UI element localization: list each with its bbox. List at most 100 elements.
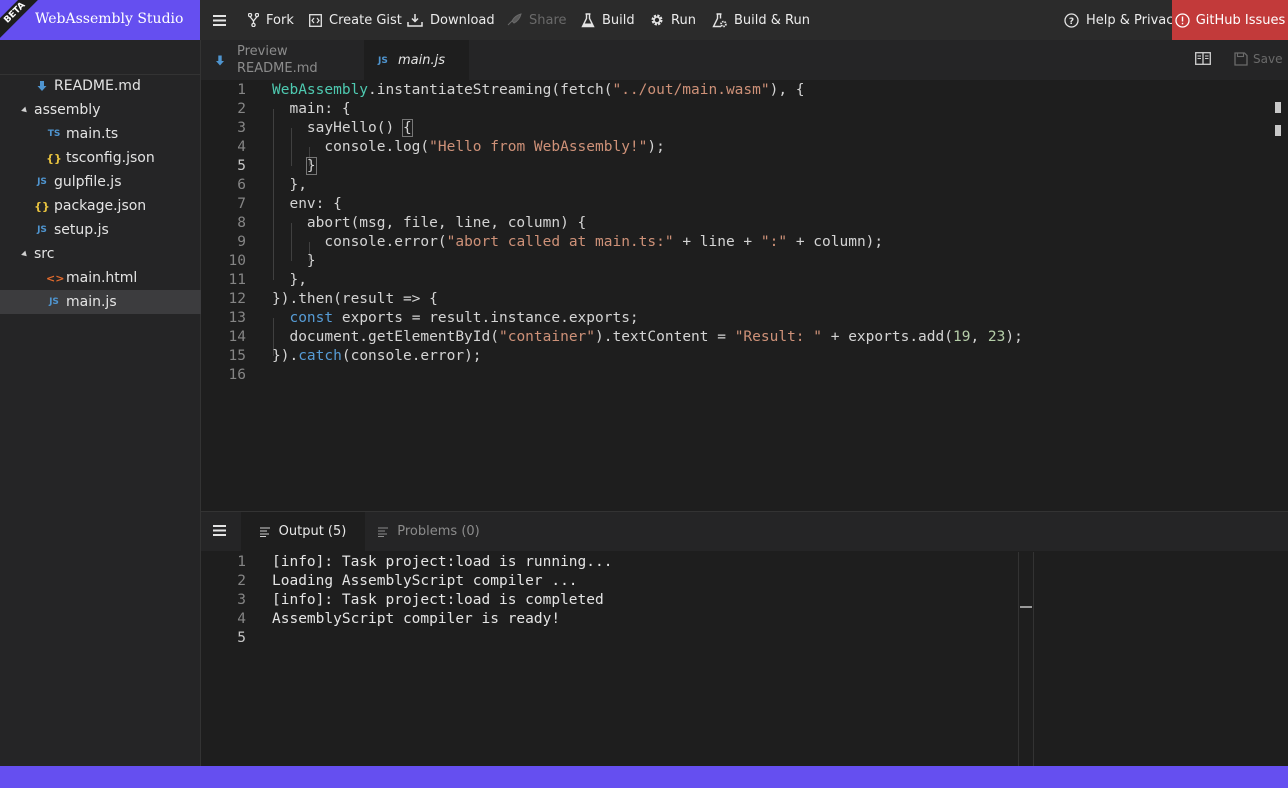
line-number: 3: [237, 120, 246, 136]
rocket-icon: [507, 13, 522, 26]
markdown-icon: [216, 55, 224, 66]
alert-circle-icon: [1175, 12, 1190, 28]
code-text: sayHello() {: [272, 119, 413, 137]
create-gist-label: Create Gist: [329, 12, 402, 28]
code-editor[interactable]: 1 WebAssembly.instantiateStreaming(fetch(…: [201, 80, 1288, 510]
tree-item-label: main.html: [66, 270, 138, 286]
run-button[interactable]: Run: [650, 0, 696, 40]
explorer-header: [0, 40, 200, 75]
save-icon: [1234, 52, 1248, 66]
fork-label: Fork: [266, 12, 294, 28]
build-and-run-button[interactable]: Build & Run: [712, 0, 810, 40]
output-text: AssemblyScript compiler is ready!: [272, 611, 561, 627]
line-number: 5: [237, 630, 246, 646]
code-text: console.log("Hello from WebAssembly!");: [272, 139, 665, 155]
share-button[interactable]: Share: [506, 0, 567, 40]
save-button[interactable]: Save: [1234, 52, 1282, 66]
javascript-file-icon: JS: [378, 56, 388, 66]
editor-tab-bar: Preview README.md JS main.js: [201, 40, 1288, 80]
tree-item-label: package.json: [54, 198, 147, 214]
tree-item-label: README.md: [54, 78, 141, 94]
line-number: 16: [228, 367, 246, 383]
output-lines-icon: [259, 526, 270, 537]
share-label: Share: [529, 12, 567, 28]
tree-item-label: setup.js: [54, 222, 109, 238]
typescript-file-icon: TS: [47, 129, 61, 139]
tab-preview-readme[interactable]: Preview README.md: [201, 40, 364, 80]
tree-item-setup-js[interactable]: JS setup.js: [0, 218, 234, 242]
line-number: 14: [228, 329, 246, 345]
line-number: 3: [237, 592, 246, 608]
tab-preview-label: Preview: [237, 44, 288, 59]
build-button[interactable]: Build: [581, 0, 635, 40]
tree-item-label: main.js: [66, 294, 117, 310]
code-text: WebAssembly.instantiateStreaming(fetch("…: [272, 82, 805, 98]
panel-menu-button[interactable]: [213, 525, 226, 540]
code-text: document.getElementById("container").tex…: [272, 329, 1023, 345]
line-number: 1: [237, 82, 246, 98]
fork-icon: [248, 13, 259, 27]
tree-item-label: main.ts: [66, 126, 119, 142]
line-number: 1: [237, 554, 246, 570]
tab-main-js[interactable]: JS main.js: [364, 40, 469, 80]
line-number: 2: [237, 573, 246, 589]
github-issues-button[interactable]: GitHub Issues: [1172, 0, 1288, 40]
line-number: 15: [228, 348, 246, 364]
tab-output[interactable]: Output (5): [241, 512, 365, 551]
json-file-icon: {}: [46, 151, 62, 165]
file-explorer: README.md assembly TS main.ts {} tsconfi…: [0, 40, 246, 766]
hamburger-menu-button[interactable]: [200, 0, 238, 40]
markdown-icon: [37, 81, 47, 91]
code-text: const exports = result.instance.exports;: [289, 310, 639, 326]
tree-folder-assembly[interactable]: assembly: [0, 98, 222, 122]
output-text: [info]: Task project:load is completed: [272, 592, 604, 608]
tab-problems[interactable]: Problems (0): [369, 512, 489, 551]
line-number: 4: [237, 611, 246, 627]
output-console[interactable]: 1 [info]: Task project:load is running...…: [201, 552, 1288, 767]
tree-item-label: src: [34, 246, 55, 262]
help-privacy-button[interactable]: ? Help & Privacy: [1064, 0, 1181, 40]
gear-icon: [651, 14, 663, 26]
output-scrollbar[interactable]: [1018, 552, 1034, 767]
download-icon: [407, 14, 423, 27]
line-number: 6: [237, 177, 246, 193]
folder-open-caret-icon: [21, 250, 29, 258]
tree-folder-src[interactable]: src: [0, 242, 222, 266]
output-panel: Output (5) Problems (0) 1 [info]: Task pr…: [201, 511, 1288, 767]
split-editor-button[interactable]: [1195, 52, 1211, 69]
tab-preview-filename: README.md: [237, 61, 318, 76]
download-label: Download: [430, 12, 495, 28]
line-number: 8: [237, 215, 246, 231]
tree-item-label: tsconfig.json: [66, 150, 155, 166]
output-text: [info]: Task project:load is running...: [272, 554, 613, 570]
problems-lines-icon: [378, 526, 389, 537]
line-number: 5: [237, 158, 246, 174]
folder-open-caret-icon: [21, 106, 29, 114]
json-file-icon: {}: [34, 199, 50, 213]
github-issues-label: GitHub Issues: [1195, 12, 1286, 28]
tree-item-label: gulpfile.js: [54, 174, 122, 190]
save-label: Save: [1253, 52, 1283, 66]
code-text: }).catch(console.error);: [272, 348, 482, 364]
code-text: }: [272, 253, 316, 269]
question-circle-icon: ?: [1064, 12, 1079, 28]
code-text: },: [272, 177, 307, 193]
flask-icon: [581, 12, 595, 27]
hamburger-icon: [213, 525, 226, 536]
javascript-file-icon: JS: [37, 225, 47, 235]
output-text: Loading AssemblyScript compiler ...: [272, 573, 578, 589]
gist-icon: [309, 13, 322, 27]
fork-button[interactable]: Fork: [248, 0, 294, 40]
scroll-position-mark: [1020, 606, 1032, 608]
create-gist-button[interactable]: Create Gist: [309, 0, 402, 40]
tree-item-gulpfile[interactable]: JS gulpfile.js: [0, 170, 234, 194]
line-number: 11: [228, 272, 246, 288]
build-and-run-label: Build & Run: [734, 12, 810, 28]
download-button[interactable]: Download: [407, 0, 495, 40]
overview-ruler-mark: [1275, 125, 1281, 136]
svg-text:?: ?: [1069, 17, 1074, 27]
tree-item-package-json[interactable]: {} package.json: [0, 194, 234, 218]
app-brand[interactable]: BETA WebAssembly Studio: [0, 0, 200, 40]
tab-main-label: main.js: [398, 53, 445, 68]
code-text: main: {: [272, 101, 351, 117]
